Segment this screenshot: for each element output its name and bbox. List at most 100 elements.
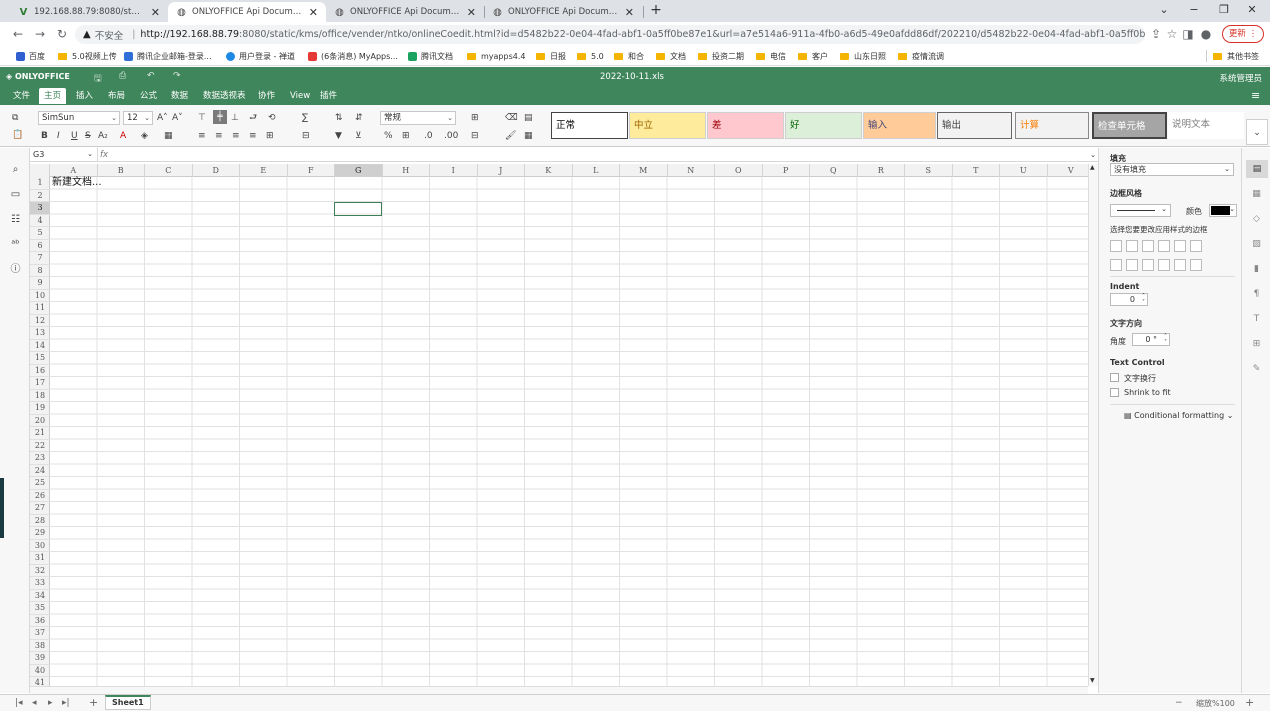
column-header[interactable]: J — [478, 164, 525, 177]
browser-tab-4[interactable]: ◍ ONLYOFFICE Api Documentati ✕ — [484, 2, 642, 22]
italic-icon[interactable]: I — [57, 129, 60, 143]
border-color-picker[interactable]: ⌄ — [1209, 204, 1237, 217]
decrease-font-icon[interactable]: A˅ — [172, 111, 183, 125]
delete-cells-icon[interactable]: ⊟ — [471, 129, 479, 143]
menu-tab-insert[interactable]: 插入 — [71, 88, 98, 104]
column-header[interactable]: D — [193, 164, 240, 177]
cell-settings-icon[interactable]: ▤ — [1246, 160, 1268, 178]
name-box[interactable]: G3 ⌄ — [30, 148, 98, 162]
conditional-formatting-button[interactable]: ▤ Conditional formatting ⌄ — [1124, 411, 1233, 420]
browser-tab-1[interactable]: V 192.168.88.79:8080/static/kms/ ✕ — [10, 2, 168, 22]
scroll-up-icon[interactable]: ▲ — [1090, 164, 1095, 171]
right-border-icon[interactable] — [1142, 259, 1154, 271]
diagonal-up-icon[interactable] — [1174, 240, 1186, 252]
menu-tab-data[interactable]: 数据 — [166, 88, 193, 104]
column-header[interactable]: A — [50, 164, 98, 177]
inner-horizontal-border-icon[interactable] — [1174, 259, 1186, 271]
underline-icon[interactable]: U — [71, 129, 78, 143]
close-icon[interactable]: ✕ — [309, 6, 318, 19]
align-middle-icon[interactable]: ╪ — [213, 110, 227, 124]
menu-tab-file[interactable]: 文件 — [8, 88, 35, 104]
clear-icon[interactable]: ⌫ — [505, 111, 518, 125]
conditional-format-icon[interactable]: ▤ — [524, 111, 533, 125]
row-header[interactable]: 10 — [30, 290, 50, 302]
column-header[interactable]: E — [240, 164, 288, 177]
strikethrough-icon[interactable]: S — [85, 129, 91, 143]
cell-style-output[interactable]: 输出 — [937, 112, 1012, 139]
profile-icon[interactable]: ● — [1198, 26, 1214, 42]
indent-input[interactable]: 0 ˄ ˅ — [1110, 293, 1148, 306]
row-header[interactable]: 34 — [30, 590, 50, 602]
bookmark-item[interactable]: 和合 — [614, 50, 644, 62]
minimize-icon[interactable]: − — [1182, 2, 1206, 18]
bookmark-item[interactable]: 日报 — [536, 50, 566, 62]
zoom-out-icon[interactable]: − — [1175, 698, 1183, 708]
row-header[interactable]: 15 — [30, 352, 50, 365]
align-top-icon[interactable]: ⊤ — [198, 111, 206, 125]
bookmark-item[interactable]: 5.0 — [577, 50, 604, 62]
row-header[interactable]: 30 — [30, 540, 50, 552]
cell-area[interactable]: 新建文档... — [50, 177, 1088, 686]
table-settings-icon[interactable]: ▦ — [1250, 188, 1263, 201]
paragraph-settings-icon[interactable]: ¶ — [1250, 288, 1263, 301]
column-header[interactable]: K — [525, 164, 573, 177]
column-header[interactable]: S — [905, 164, 953, 177]
first-sheet-icon[interactable]: |◂ — [15, 698, 23, 708]
bookmark-item[interactable]: (6条消息) MyApps... — [308, 50, 398, 62]
star-icon[interactable]: ☆ — [1164, 26, 1180, 42]
expand-styles-chevron-icon[interactable]: ⌄ — [1246, 119, 1268, 145]
font-size-select[interactable]: 12 ⌄ — [123, 111, 153, 125]
last-sheet-icon[interactable]: ▸| — [62, 698, 70, 708]
font-color-icon[interactable]: A — [120, 129, 126, 143]
insert-function-icon[interactable]: ⊟ — [302, 129, 310, 143]
column-header[interactable]: Q — [810, 164, 858, 177]
orientation-icon[interactable]: ⟲ — [268, 111, 276, 125]
outer-borders-icon[interactable] — [1158, 240, 1170, 252]
column-header[interactable]: G — [335, 164, 383, 177]
row-header[interactable]: 31 — [30, 552, 50, 565]
row-header[interactable]: 37 — [30, 627, 50, 640]
text-art-icon[interactable]: T — [1250, 313, 1263, 326]
column-header[interactable]: P — [763, 164, 810, 177]
row-header[interactable]: 41 — [30, 677, 50, 686]
border-line-select[interactable]: ⌄ — [1110, 204, 1171, 217]
merge-cells-icon[interactable]: ⊞ — [266, 129, 274, 143]
inner-vertical-border-icon[interactable] — [1126, 259, 1138, 271]
spellcheck-icon[interactable]: ᵃᵇ — [9, 238, 22, 251]
cell-a1[interactable]: 新建文档... — [52, 177, 102, 190]
cell-style-check[interactable]: 检查单元格 — [1092, 112, 1167, 139]
side-panel-icon[interactable]: ◨ — [1180, 26, 1196, 42]
bookmark-item[interactable]: 文档 — [656, 50, 686, 62]
menu-tab-collaborate[interactable]: 协作 — [253, 88, 280, 104]
column-header[interactable]: F — [288, 164, 335, 177]
shrink-to-fit-checkbox[interactable] — [1110, 388, 1119, 397]
cell-style-explanatory[interactable]: 说明文本 — [1168, 112, 1244, 139]
row-header[interactable]: 1 — [30, 177, 50, 190]
row-header[interactable]: 36 — [30, 615, 50, 627]
column-header[interactable]: B — [98, 164, 145, 177]
row-header[interactable]: 9 — [30, 277, 50, 290]
select-all-corner[interactable] — [30, 164, 50, 177]
fill-select[interactable]: 没有填充 ⌄ — [1110, 163, 1234, 176]
insert-cells-icon[interactable]: ⊞ — [471, 111, 479, 125]
row-header[interactable]: 33 — [30, 577, 50, 590]
angle-input[interactable]: 0 ° ˄ ˅ — [1132, 333, 1170, 346]
image-settings-icon[interactable]: ▨ — [1250, 238, 1263, 251]
row-header[interactable]: 21 — [30, 427, 50, 440]
column-header[interactable]: N — [668, 164, 715, 177]
diagonal-down-icon[interactable] — [1190, 240, 1202, 252]
stepper-icon[interactable]: ˄ ˅ — [1142, 294, 1145, 306]
accounting-icon[interactable]: ⊞ — [402, 129, 410, 143]
align-right-icon[interactable]: ≡ — [232, 129, 240, 143]
bookmark-item[interactable]: 山东日照 — [840, 50, 886, 62]
bookmark-item[interactable]: 客户 — [798, 50, 828, 62]
row-header[interactable]: 17 — [30, 377, 50, 390]
decrease-decimal-icon[interactable]: .0 — [424, 129, 433, 143]
about-icon[interactable]: ⓘ — [9, 263, 22, 276]
row-header[interactable]: 8 — [30, 265, 50, 277]
prev-sheet-icon[interactable]: ◂ — [32, 698, 37, 708]
browser-tab-3[interactable]: ◍ ONLYOFFICE Api Documentati ✕ — [326, 2, 484, 22]
column-header[interactable]: O — [715, 164, 763, 177]
top-border-icon[interactable] — [1158, 259, 1170, 271]
bookmark-item[interactable]: 疫情流调 — [898, 50, 944, 62]
